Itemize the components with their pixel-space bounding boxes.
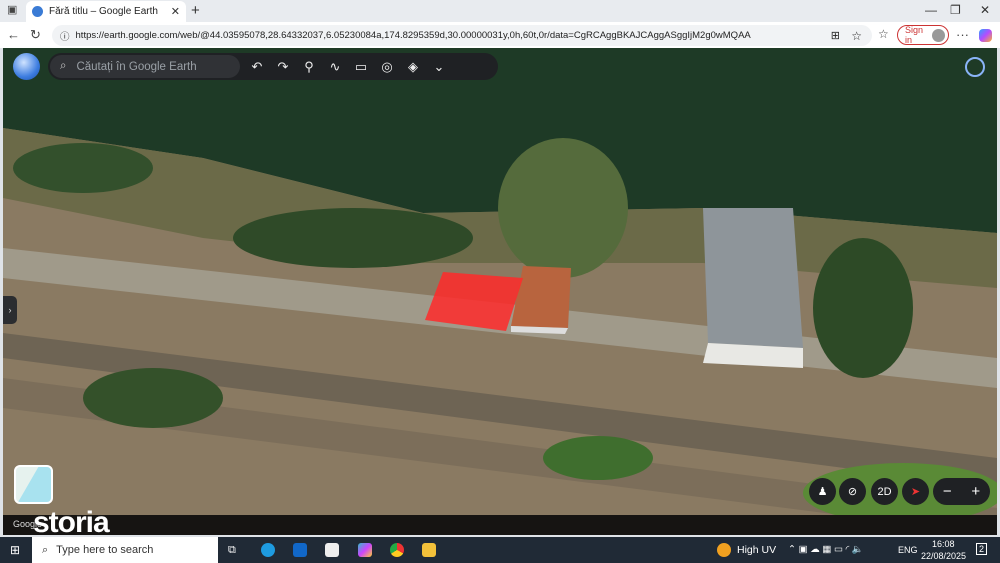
undo-icon[interactable]: ↶	[244, 59, 270, 75]
sign-in-label: Sign in	[905, 25, 924, 45]
taskbar-search-placeholder: Type here to search	[56, 544, 154, 556]
favorite-star-icon[interactable]: ☆	[851, 29, 862, 43]
clock-date[interactable]: 22/08/2025	[921, 551, 966, 561]
avatar-icon	[932, 28, 945, 42]
tab-google-earth[interactable]: Fără titlu – Google Earth ✕	[26, 1, 186, 22]
zoom-controls: − +	[933, 478, 990, 505]
favorites-icon[interactable]: ☆	[878, 27, 889, 41]
weather-text[interactable]: High UV	[737, 544, 776, 556]
search-placeholder: Căutați în Google Earth	[76, 60, 197, 73]
start-button[interactable]: ⊞	[10, 543, 20, 557]
path-icon[interactable]: ∿	[322, 59, 348, 75]
copilot-icon[interactable]	[979, 29, 992, 42]
search-input[interactable]: ⌕ Căutați în Google Earth	[50, 55, 240, 78]
redo-icon[interactable]: ↷	[270, 59, 296, 75]
restore-button[interactable]: ❐	[950, 3, 961, 17]
compass-icon[interactable]: ➤	[902, 478, 929, 505]
notifications-badge[interactable]: 2	[976, 543, 988, 555]
more-menu-icon[interactable]: ···	[956, 27, 969, 42]
measure-icon[interactable]: ▭	[348, 59, 374, 75]
sign-in-button[interactable]: Sign in	[897, 25, 949, 45]
language-indicator[interactable]: ENG	[898, 545, 918, 555]
close-tab-icon[interactable]: ✕	[171, 5, 180, 18]
minimize-button[interactable]: —	[925, 3, 937, 17]
url-text: https://earth.google.com/web/@44.0359507…	[75, 30, 751, 41]
url-input[interactable]: ⓘ https://earth.google.com/web/@44.03595…	[52, 25, 872, 46]
taskbar-search-input[interactable]: ⌕ Type here to search	[32, 537, 218, 563]
file-explorer-icon[interactable]	[422, 543, 436, 557]
store-icon[interactable]	[325, 543, 339, 557]
earth-viewport[interactable]: ⌕ Căutați în Google Earth ↶ ↷ ⚲ ∿ ▭ ◎ ◈ ⌄…	[3, 48, 997, 535]
tab-title: Fără titlu – Google Earth	[49, 6, 158, 17]
reset-tilt-icon[interactable]: ⊘	[839, 478, 866, 505]
tab-bar: ▣ Fără titlu – Google Earth ✕ + — ❐ ✕	[0, 0, 1000, 22]
search-icon: ⌕	[42, 543, 49, 556]
new-tab-button[interactable]: +	[191, 2, 200, 19]
chevron-down-icon[interactable]: ⌄	[426, 59, 452, 75]
outlook-icon[interactable]	[293, 543, 307, 557]
storia-watermark: storia	[33, 506, 110, 535]
google-earth-logo[interactable]	[13, 53, 40, 80]
site-info-icon[interactable]: ⓘ	[60, 29, 70, 43]
clock-time[interactable]: 16:08	[932, 539, 955, 549]
weather-icon[interactable]	[717, 543, 731, 557]
edge-icon[interactable]	[261, 543, 275, 557]
split-screen-icon[interactable]: ⊞	[831, 29, 840, 42]
zoom-out-button[interactable]: −	[943, 483, 952, 500]
task-view-icon[interactable]: ⧉	[228, 544, 236, 557]
placemark-icon[interactable]: ⚲	[296, 59, 322, 75]
close-window-button[interactable]: ✕	[980, 3, 990, 17]
address-bar: ← ↻ ⓘ https://earth.google.com/web/@44.0…	[0, 22, 1000, 48]
back-icon[interactable]: ←	[7, 27, 20, 42]
search-icon: ⌕	[60, 60, 67, 72]
tab-actions-icon[interactable]: ▣	[7, 3, 17, 16]
street-view-pegman-icon[interactable]: ♟	[809, 478, 836, 505]
earth-toolbar: ⌕ Căutați în Google Earth ↶ ↷ ⚲ ∿ ▭ ◎ ◈ ⌄	[48, 53, 498, 80]
status-bar	[3, 515, 997, 535]
system-tray-icons[interactable]: ⌃ ▣ ☁ ▦ ▭ ◜ 🔈	[788, 544, 864, 555]
history-icon[interactable]: ◎	[374, 59, 400, 75]
account-icon[interactable]	[965, 57, 985, 77]
windows-taskbar: ⊞ ⌕ Type here to search ⧉ High UV ⌃ ▣ ☁ ▦…	[0, 537, 1000, 563]
refresh-icon[interactable]: ↻	[30, 27, 41, 43]
minimap-button[interactable]	[14, 465, 53, 504]
view-2d-button[interactable]: 2D	[871, 478, 898, 505]
chrome-icon[interactable]	[390, 543, 404, 557]
satellite-imagery	[3, 48, 997, 535]
layers-icon[interactable]: ◈	[400, 59, 426, 75]
copilot-app-icon[interactable]	[358, 543, 372, 557]
zoom-in-button[interactable]: +	[971, 483, 980, 500]
expand-panel-button[interactable]: ›	[3, 296, 17, 324]
earth-favicon-icon	[32, 6, 43, 17]
